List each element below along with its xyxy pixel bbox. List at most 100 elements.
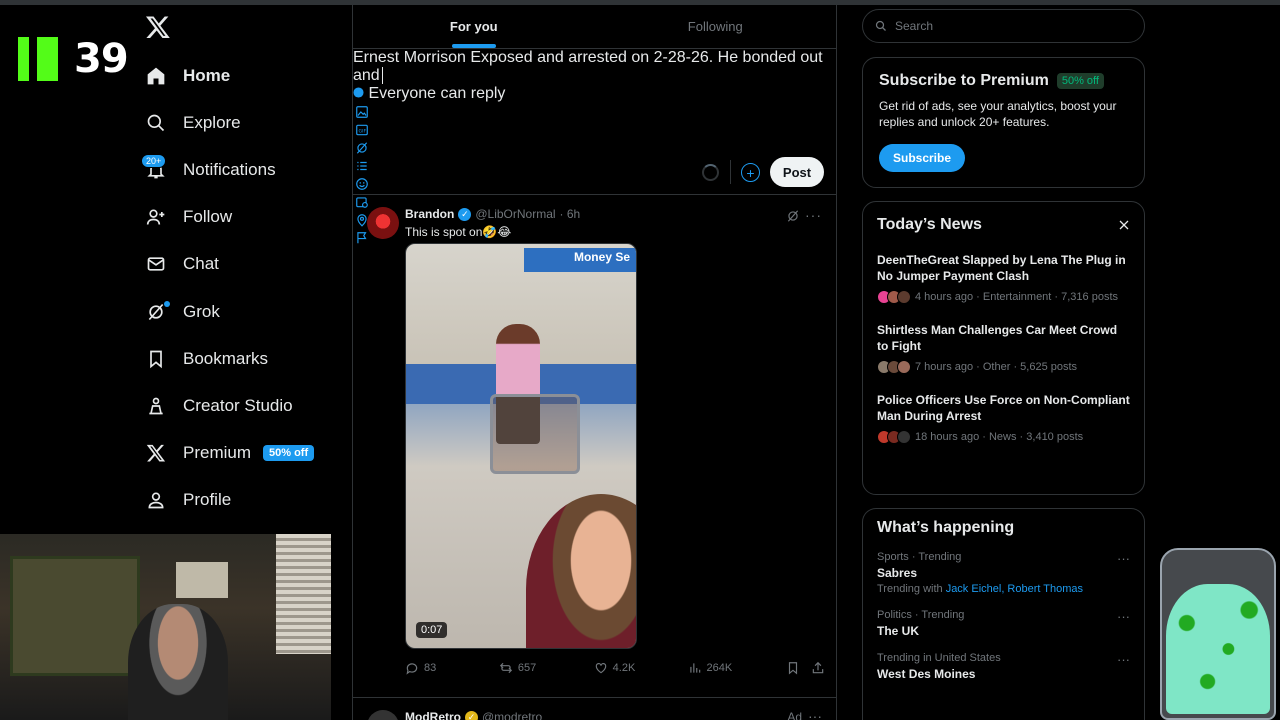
mail-icon: [145, 253, 167, 275]
avatar[interactable]: [367, 710, 399, 720]
tweet[interactable]: Brandon ✓ @LibOrNormal · 6h ··· This is …: [353, 195, 836, 698]
tweet-video[interactable]: Money Se 0:07: [405, 243, 637, 649]
news-item[interactable]: Police Officers Use Force on Non-Complia…: [877, 392, 1130, 444]
sidebar-item-premium[interactable]: Premium 50% off: [145, 430, 315, 477]
trend-item[interactable]: Sports · Trending Sabres Trending with J…: [877, 551, 1130, 595]
premium-card: Subscribe to Premium 50% off Get rid of …: [862, 57, 1145, 188]
like-button[interactable]: 4.2K: [594, 661, 688, 675]
trend-related-links[interactable]: Jack Eichel, Robert Thomas: [946, 583, 1083, 595]
repost-button[interactable]: 657: [499, 661, 594, 675]
sidebar-item-grok[interactable]: Grok: [145, 288, 314, 335]
discount-badge: 50% off: [1056, 73, 1104, 89]
sidebar-item-label: Profile: [183, 490, 232, 510]
news-headline: DeenTheGreat Slapped by Lena The Plug in…: [877, 253, 1126, 283]
news-item[interactable]: DeenTheGreat Slapped by Lena The Plug in…: [877, 252, 1130, 304]
reply-count: 83: [424, 662, 437, 674]
tweet-text: This is spot on🤣😂: [405, 225, 512, 239]
poll-icon[interactable]: [353, 157, 371, 175]
sidebar-item-label: Explore: [183, 112, 241, 132]
composer-text-input[interactable]: Ernest Morrison Exposed and arrested on …: [353, 49, 836, 85]
webcam-shelf: [10, 556, 140, 676]
ad-label: Ad: [787, 710, 802, 720]
more-options-icon[interactable]: ···: [805, 207, 822, 223]
tab-for-you[interactable]: For you: [353, 5, 595, 48]
sidebar-item-profile[interactable]: Profile: [145, 477, 314, 524]
search-input[interactable]: Search: [862, 9, 1145, 43]
trend-item[interactable]: Trending in United States West Des Moine…: [877, 652, 1130, 681]
news-meta-text: 18 hours ago · News · 3,410 posts: [915, 431, 1084, 443]
trend-related: Trending with Jack Eichel, Robert Thomas: [877, 583, 1130, 595]
sidebar-item-follow[interactable]: Follow: [145, 194, 314, 241]
store-sign: Money Se: [524, 248, 636, 272]
grok-icon[interactable]: [353, 139, 371, 157]
sidebar-item-notifications[interactable]: 20+ Notifications: [141, 146, 314, 193]
bookmark-icon: [145, 348, 167, 370]
globe-icon: [353, 87, 364, 98]
verified-badge-icon: ✓: [465, 710, 478, 720]
image-icon[interactable]: [353, 103, 371, 121]
news-headline: Shirtless Man Challenges Car Meet Crowd …: [877, 323, 1118, 353]
sidebar-item-label: Notifications: [183, 159, 276, 179]
webcam-poster: [176, 562, 228, 598]
author-handle[interactable]: @modretro: [482, 710, 542, 720]
happening-title: What’s happening: [877, 519, 1015, 536]
x-logo-icon[interactable]: [145, 14, 171, 40]
avatar[interactable]: [367, 207, 399, 239]
reply-setting-label: Everyone can reply: [368, 85, 506, 102]
sidebar-item-explore[interactable]: Explore: [145, 99, 314, 146]
premium-description: Get rid of ads, see your analytics, boos…: [879, 99, 1117, 129]
trend-context: Trending in United States: [877, 652, 1001, 664]
reply-setting[interactable]: Everyone can reply: [353, 85, 836, 103]
person-icon: [145, 489, 167, 511]
x-logo-icon: [145, 442, 167, 464]
bookmark-icon: [789, 662, 798, 675]
grok-icon[interactable]: [786, 209, 800, 223]
heart-icon: [595, 663, 606, 674]
trend-item[interactable]: Politics · Trending The UK ···: [877, 609, 1130, 638]
grok-notification-dot: [164, 300, 170, 307]
sidebar-item-label: Premium: [183, 443, 252, 463]
premium-discount-badge: 50% off: [263, 445, 315, 462]
share-button[interactable]: [811, 661, 825, 675]
trend-related-label: Trending with: [877, 583, 943, 595]
sidebar-item-label: Grok: [183, 301, 220, 321]
kick-counter: 39: [74, 36, 129, 82]
author-name[interactable]: Brandon: [405, 207, 454, 221]
news-item[interactable]: Shirtless Man Challenges Car Meet Crowd …: [877, 322, 1130, 374]
video-scene-cart: [490, 394, 580, 474]
tweet[interactable]: ModRetro ✓ @modretro Ad ···: [353, 698, 836, 720]
reply-button[interactable]: 83: [405, 661, 499, 675]
search-icon: [145, 112, 167, 134]
more-options-icon[interactable]: ···: [1117, 551, 1130, 566]
sidebar-item-home[interactable]: Home: [145, 52, 314, 99]
author-handle[interactable]: @LibOrNormal: [475, 207, 555, 221]
premium-title-text: Subscribe to Premium: [879, 72, 1049, 89]
tweet-header: Brandon ✓ @LibOrNormal · 6h: [405, 207, 580, 221]
author-name[interactable]: ModRetro: [405, 710, 461, 720]
view-count: 264K: [706, 662, 733, 674]
kick-logo-icon: [18, 37, 58, 81]
views-button[interactable]: 264K: [688, 661, 787, 675]
add-thread-button[interactable]: +: [741, 163, 760, 182]
tab-following[interactable]: Following: [595, 5, 837, 48]
webcam-window-blinds: [276, 534, 331, 654]
trend-context: Politics · Trending: [877, 609, 965, 621]
sidebar-item-bookmarks[interactable]: Bookmarks: [145, 335, 314, 382]
bookmark-button[interactable]: [786, 661, 811, 675]
close-icon[interactable]: [1118, 219, 1130, 231]
sidebar-item-chat[interactable]: Chat: [145, 241, 314, 288]
search-icon: [875, 20, 886, 31]
repost-icon: [499, 662, 512, 674]
post-composer: Ernest Morrison Exposed and arrested on …: [353, 49, 836, 244]
subscribe-button[interactable]: Subscribe: [879, 144, 965, 172]
sidebar-item-creator-studio[interactable]: Creator Studio: [145, 382, 314, 429]
gif-icon[interactable]: GIF: [353, 121, 371, 139]
like-count: 4.2K: [612, 662, 636, 674]
emoji-icon[interactable]: [353, 175, 371, 193]
more-options-icon[interactable]: ···: [808, 708, 822, 720]
more-options-icon[interactable]: ···: [1117, 652, 1130, 667]
post-button[interactable]: Post: [770, 157, 824, 187]
tweet-time[interactable]: · 6h: [560, 207, 581, 221]
composer-text: Ernest Morrison Exposed and arrested on …: [353, 49, 823, 84]
more-options-icon[interactable]: ···: [1117, 609, 1130, 624]
